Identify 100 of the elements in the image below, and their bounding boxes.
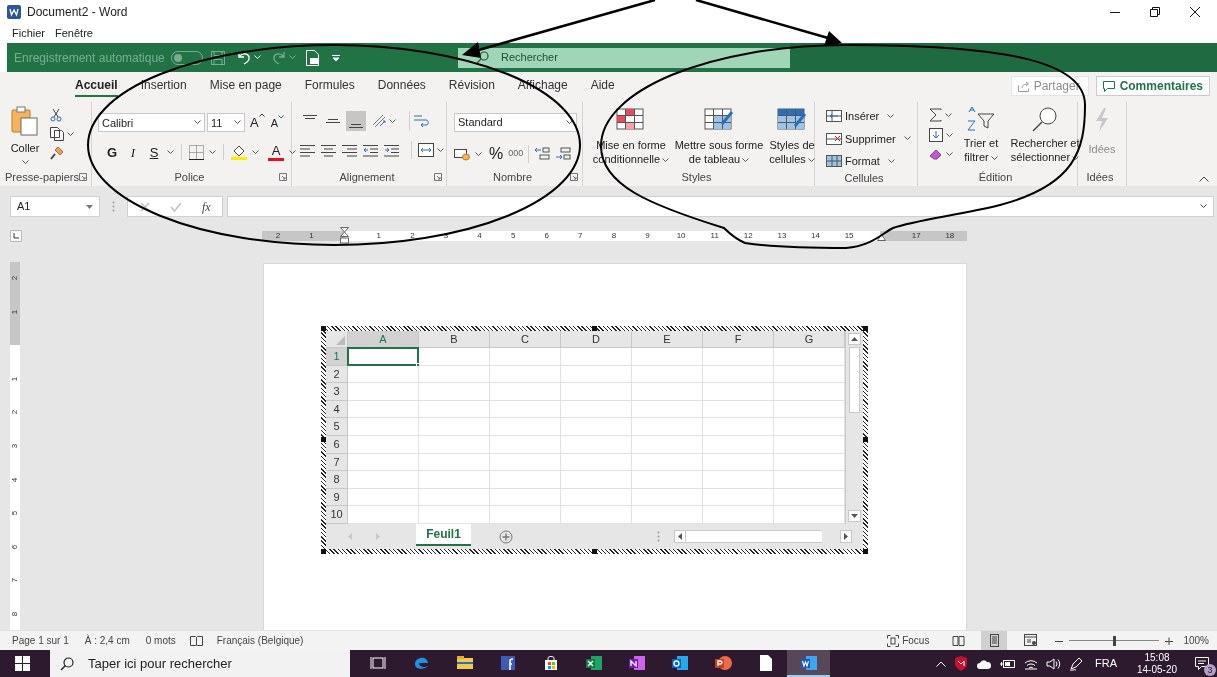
font-size-field[interactable]: 11: [207, 113, 245, 133]
close-icon[interactable]: [1190, 7, 1200, 17]
ribbon-tab[interactable]: Aide: [590, 75, 615, 97]
add-sheet-icon[interactable]: [499, 529, 513, 544]
dialog-launcher-icon[interactable]: [279, 173, 287, 181]
fill-color-icon[interactable]: [231, 144, 247, 161]
row-header[interactable]: 10: [326, 506, 348, 524]
scroll-up-icon[interactable]: [851, 337, 858, 341]
percent-button[interactable]: %: [489, 142, 504, 166]
notification-button[interactable]: 3: [1187, 650, 1217, 677]
name-box[interactable]: A1: [10, 196, 100, 217]
wrap-text-icon[interactable]: [413, 113, 429, 129]
scrollbar-thumb[interactable]: [686, 530, 822, 543]
formula-input-field[interactable]: [227, 196, 1214, 217]
accounting-format-icon[interactable]: [454, 147, 470, 161]
ribbon-tab[interactable]: Révision: [448, 75, 495, 97]
scrollbar-thumb[interactable]: [849, 347, 860, 413]
paste-button-label[interactable]: Coller: [10, 140, 40, 157]
copy-icon[interactable]: [50, 127, 64, 141]
battery-icon[interactable]: [1000, 658, 1016, 669]
column-header[interactable]: G: [774, 331, 845, 348]
font-color-button[interactable]: A: [268, 143, 284, 161]
bold-button[interactable]: G: [104, 142, 120, 162]
vertical-align-bottom-button[interactable]: [346, 111, 366, 131]
menu-item[interactable]: Fenêtre: [55, 25, 93, 42]
text-orientation-icon[interactable]: [371, 113, 387, 129]
save-icon[interactable]: [210, 50, 225, 65]
clock-time[interactable]: 15:08: [1144, 651, 1170, 664]
customize-icon[interactable]: [331, 53, 340, 62]
horizontal-scrollbar[interactable]: [674, 530, 852, 543]
column-header[interactable]: E: [632, 331, 703, 348]
find-select-button[interactable]: Rechercher et sélectionner: [1007, 106, 1083, 164]
thousands-separator-button[interactable]: 000: [508, 147, 524, 161]
dialog-launcher-icon[interactable]: [79, 173, 87, 181]
ribbon-tab[interactable]: Données: [377, 75, 426, 97]
borders-icon[interactable]: [189, 144, 204, 160]
resize-handle[interactable]: [863, 549, 868, 554]
pen-icon[interactable]: [1069, 656, 1083, 671]
column-header[interactable]: B: [419, 331, 490, 348]
zoom-percentage[interactable]: 100%: [1183, 633, 1209, 648]
resize-handle[interactable]: [863, 326, 868, 331]
paste-icon[interactable]: [11, 106, 39, 136]
cells-menu-button[interactable]: Format: [826, 153, 911, 170]
shield-icon[interactable]: [954, 656, 968, 671]
decrease-indent-icon[interactable]: [363, 143, 378, 157]
cancel-icon[interactable]: [140, 201, 150, 212]
resize-handle[interactable]: [321, 549, 326, 554]
increase-decimal-icon[interactable]: [534, 147, 551, 161]
fill-down-icon[interactable]: [929, 128, 943, 142]
comments-button[interactable]: Commentaires: [1095, 76, 1210, 96]
right-indent-marker-icon[interactable]: [877, 234, 886, 241]
resize-handle[interactable]: [863, 437, 868, 442]
zoom-slider[interactable]: [1069, 635, 1160, 646]
taskbar-search-field[interactable]: Taper ici pour rechercher: [50, 650, 350, 677]
search-field[interactable]: Rechercher: [458, 47, 790, 68]
align-left-icon[interactable]: [300, 143, 315, 157]
scroll-down-icon[interactable]: [851, 514, 858, 518]
decrease-decimal-icon[interactable]: [555, 147, 572, 161]
row-header[interactable]: 3: [326, 383, 348, 401]
language-status[interactable]: Français (Belgique): [216, 633, 304, 648]
merge-cells-icon[interactable]: [418, 143, 434, 157]
collapse-ribbon-icon[interactable]: [1199, 176, 1209, 182]
ribbon-tab[interactable]: Accueil: [75, 75, 118, 97]
sum-icon[interactable]: [929, 108, 942, 122]
row-header[interactable]: 1: [326, 348, 348, 366]
resize-handle[interactable]: [592, 326, 597, 331]
embedded-spreadsheet-frame[interactable]: A B C D E F G 1 2 3 4 5 6 7 8 9 10 Feuil1: [321, 326, 868, 554]
increase-indent-icon[interactable]: [384, 143, 399, 157]
restore-icon[interactable]: [1150, 7, 1160, 17]
scissors-icon[interactable]: [50, 108, 62, 122]
ribbon-tab[interactable]: Insertion: [140, 75, 187, 97]
font-name-field[interactable]: Calibri: [98, 113, 205, 133]
undo-icon[interactable]: [235, 50, 252, 65]
grow-font-button[interactable]: A: [250, 113, 265, 133]
sort-filter-button[interactable]: Trier et filtrer: [959, 106, 1003, 164]
eraser-icon[interactable]: [929, 148, 943, 160]
scroll-left-icon[interactable]: [678, 533, 682, 540]
align-center-icon[interactable]: [321, 143, 336, 157]
dialog-launcher-icon[interactable]: [570, 173, 578, 181]
volume-icon[interactable]: [1046, 657, 1061, 670]
clock-date[interactable]: 14-05-20: [1137, 663, 1177, 676]
scroll-right-icon[interactable]: [844, 533, 848, 540]
windows-start-icon[interactable]: [14, 656, 30, 671]
shrink-font-button[interactable]: A: [270, 114, 284, 131]
cloud-icon[interactable]: [976, 658, 992, 669]
format-painter-icon[interactable]: [50, 146, 64, 160]
wifi-icon[interactable]: [1024, 657, 1038, 670]
resize-handle[interactable]: [321, 437, 326, 442]
resize-handle[interactable]: [321, 326, 326, 331]
styles-button[interactable]: Styles de cellules: [767, 108, 817, 166]
tab-selector-icon[interactable]: [10, 230, 22, 242]
ribbon-tab[interactable]: Formules: [304, 75, 355, 97]
column-header[interactable]: F: [703, 331, 774, 348]
print-preview-icon[interactable]: [305, 49, 320, 66]
menu-item[interactable]: Fichier: [12, 25, 45, 42]
focus-button[interactable]: Focus: [887, 633, 930, 648]
cells-menu-button[interactable]: Supprimer: [826, 130, 911, 147]
sheet-tab[interactable]: Feuil1: [416, 524, 471, 546]
italic-button[interactable]: I: [125, 142, 141, 162]
vertical-scrollbar[interactable]: [845, 331, 863, 524]
